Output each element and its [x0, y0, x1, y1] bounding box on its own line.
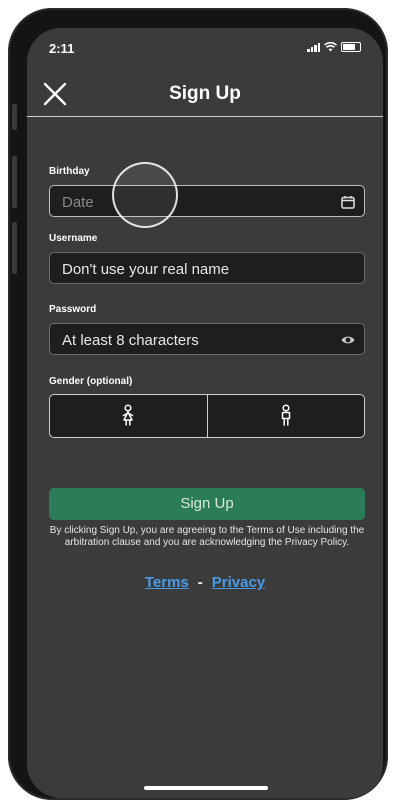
username-label: Username — [49, 233, 98, 244]
birthday-field[interactable] — [49, 185, 365, 218]
male-icon — [281, 404, 290, 426]
links-separator: - — [197, 574, 203, 591]
female-icon — [123, 404, 134, 426]
eye-icon[interactable] — [340, 332, 356, 348]
legal-disclaimer: By clicking Sign Up, you are agreeing to… — [49, 525, 365, 548]
birthday-input[interactable] — [60, 186, 334, 218]
gender-option-female[interactable] — [50, 395, 207, 437]
home-indicator[interactable] — [144, 786, 268, 790]
terms-link[interactable]: Terms — [145, 574, 189, 591]
phone-frame: 2:11 Sign Up Birthday Date Username Don'… — [8, 8, 388, 800]
password-input[interactable] — [60, 324, 334, 356]
signal-icon — [307, 43, 320, 52]
privacy-link[interactable]: Privacy — [212, 574, 265, 591]
birthday-label: Birthday — [49, 166, 90, 177]
page-title: Sign Up — [169, 83, 241, 104]
password-field[interactable] — [49, 323, 365, 356]
status-time: 2:11 — [49, 41, 75, 56]
status-bar: 2:11 — [27, 28, 383, 68]
sign-up-button[interactable]: Sign Up — [49, 488, 365, 520]
battery-icon — [341, 42, 361, 52]
volume-down-button — [12, 222, 17, 274]
app-screen: 2:11 Sign Up Birthday Date Username Don'… — [27, 28, 383, 798]
status-icons — [307, 42, 361, 52]
header: Sign Up — [27, 76, 383, 117]
volume-up-button — [12, 156, 17, 208]
gender-label: Gender (optional) — [49, 376, 133, 387]
wifi-icon — [324, 42, 337, 52]
legal-links: Terms - Privacy — [27, 574, 383, 591]
username-input[interactable] — [60, 253, 334, 285]
gender-option-male[interactable] — [206, 395, 365, 437]
mute-switch — [12, 104, 17, 130]
calendar-icon[interactable] — [340, 194, 356, 210]
gender-selector — [49, 394, 365, 438]
username-field[interactable] — [49, 252, 365, 285]
password-label: Password — [49, 304, 97, 315]
